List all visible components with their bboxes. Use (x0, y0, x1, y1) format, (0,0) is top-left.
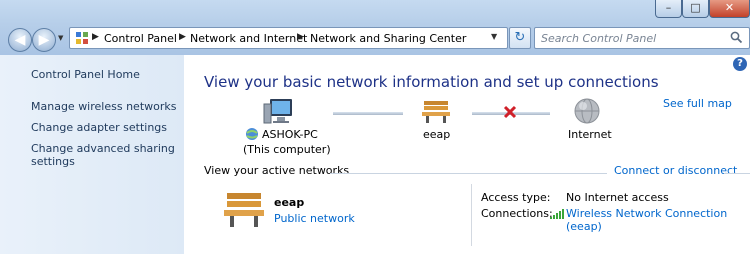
network-type-link[interactable]: Public network (274, 212, 355, 225)
sidebar-item-change-adapter-settings[interactable]: Change adapter settings (31, 121, 167, 135)
breadcrumb-control-panel[interactable]: Control Panel (104, 32, 177, 45)
sidebar-item-control-panel-home[interactable]: Control Panel Home (31, 68, 140, 82)
connections-label: Connections: (481, 207, 553, 220)
section-divider (330, 173, 607, 174)
computer-icon[interactable] (261, 97, 295, 127)
computer-name: ASHOK-PC (262, 128, 318, 141)
connect-or-disconnect-link[interactable]: Connect or disconnect (614, 164, 737, 177)
wireless-connection-link[interactable]: Wireless Network Connection (566, 207, 727, 220)
internet-label: Internet (568, 128, 612, 141)
internet-globe-icon[interactable] (573, 97, 601, 125)
search-input[interactable]: Search Control Panel (534, 27, 750, 49)
breadcrumb-separator[interactable]: ▶ (179, 32, 186, 42)
breadcrumb-network-and-internet[interactable]: Network and Internet (190, 32, 307, 45)
help-button[interactable]: ? (733, 57, 747, 71)
refresh-button[interactable]: ↻ (509, 27, 531, 49)
bench-network-icon[interactable] (420, 98, 452, 124)
maximize-button[interactable]: □ (682, 0, 709, 18)
breadcrumb-separator[interactable]: ▶ (297, 32, 304, 42)
wireless-signal-icon (550, 209, 564, 219)
recent-pages-dropdown[interactable]: ▼ (58, 34, 63, 42)
access-type-value: No Internet access (566, 191, 669, 204)
control-panel-icon (76, 32, 88, 44)
address-bar[interactable]: ▶ Control Panel ▶ Network and Internet ▶… (69, 27, 508, 49)
sidebar-item-change-advanced-sharing[interactable]: Change advanced sharing (31, 142, 175, 156)
address-dropdown-icon[interactable]: ▼ (491, 32, 497, 41)
search-icon[interactable] (730, 31, 743, 44)
active-network-name: eeap (274, 196, 305, 209)
computer-subtitle: (This computer) (243, 143, 331, 156)
page-title: View your basic network information and … (204, 73, 659, 91)
vertical-separator (471, 184, 472, 246)
see-full-map-link[interactable]: See full map (663, 97, 732, 110)
section-divider (724, 173, 750, 174)
active-networks-title: View your active networks (204, 164, 350, 177)
sidebar-item-change-advanced-sharing-cont[interactable]: settings (31, 155, 75, 169)
breadcrumb-network-and-sharing-center[interactable]: Network and Sharing Center (310, 32, 466, 45)
back-button[interactable]: ◀ (8, 28, 32, 52)
search-placeholder: Search Control Panel (541, 32, 657, 45)
close-button[interactable]: ✕ (709, 0, 750, 18)
bench-network-icon (224, 193, 264, 227)
forward-button[interactable]: ▶ (32, 28, 56, 52)
minimize-button[interactable]: – (655, 0, 682, 18)
homegroup-globe-icon (246, 128, 258, 140)
window-chrome: – □ ✕ ◀ ▶ ▼ ▶ Control Panel ▶ Network an… (0, 0, 750, 55)
sidebar-item-manage-wireless-networks[interactable]: Manage wireless networks (31, 100, 176, 114)
no-connection-x-icon (503, 105, 517, 119)
wireless-connection-link-cont[interactable]: (eeap) (566, 220, 602, 233)
left-navigation-pane: Control Panel Home Manage wireless netwo… (0, 55, 184, 254)
access-type-label: Access type: (481, 191, 551, 204)
connection-line (333, 112, 403, 115)
network-name: eeap (423, 128, 451, 141)
breadcrumb-separator[interactable]: ▶ (92, 32, 99, 42)
